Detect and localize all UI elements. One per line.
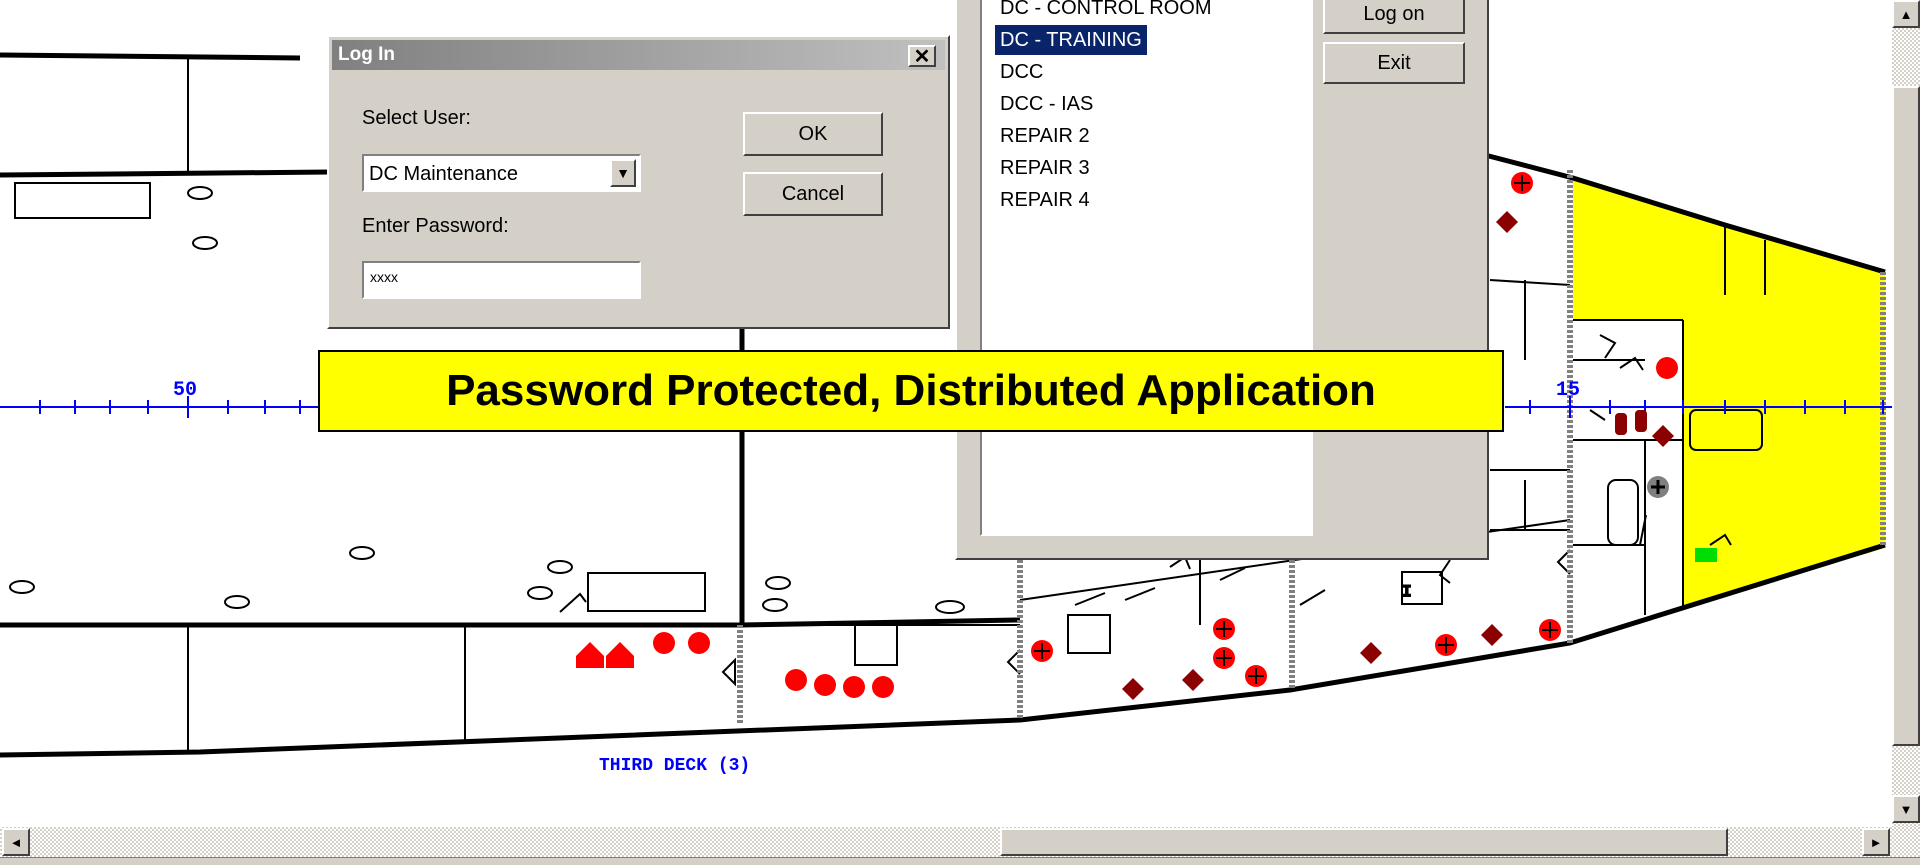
fire-station-icon bbox=[576, 642, 604, 668]
cancel-button[interactable]: Cancel bbox=[743, 172, 883, 216]
fitting bbox=[935, 600, 965, 614]
password-label: Enter Password: bbox=[362, 215, 509, 237]
exit-button[interactable]: Exit bbox=[1323, 42, 1465, 84]
select-user-label: Select User: bbox=[362, 107, 471, 129]
horizontal-scroll-thumb[interactable] bbox=[1000, 828, 1728, 856]
vertical-scroll-thumb[interactable] bbox=[1892, 86, 1920, 746]
login-title: Log In bbox=[338, 44, 395, 65]
equipment-box bbox=[854, 624, 898, 666]
cylinder-icon bbox=[1635, 410, 1647, 432]
fitting bbox=[192, 236, 218, 250]
door-swing bbox=[1589, 409, 1606, 421]
station-list-item[interactable]: REPAIR 3 bbox=[995, 153, 1095, 183]
fitting bbox=[762, 598, 788, 612]
hull-line bbox=[0, 542, 1886, 758]
window-bottom-edge bbox=[0, 857, 1920, 865]
door-swing bbox=[721, 657, 736, 687]
equipment-box bbox=[1067, 614, 1111, 654]
arrow-left-icon: ◄ bbox=[9, 834, 23, 850]
login-dialog: Log In ✕ Select User: DC Maintenance ▼ E… bbox=[327, 35, 950, 329]
login-titlebar[interactable]: Log In ✕ bbox=[332, 40, 945, 70]
damage-marker-icon bbox=[1496, 211, 1518, 233]
cylinder-icon bbox=[1615, 413, 1627, 435]
fire-station-icon bbox=[606, 642, 634, 668]
hull-line bbox=[0, 52, 301, 61]
scroll-down-button[interactable]: ▼ bbox=[1892, 795, 1920, 823]
arrow-down-icon: ▼ bbox=[1899, 801, 1913, 817]
ok-button[interactable]: OK bbox=[743, 112, 883, 156]
station-list-item[interactable]: DC - CONTROL ROOM bbox=[995, 0, 1216, 23]
door-swing bbox=[1299, 589, 1326, 606]
door-swing bbox=[1124, 587, 1156, 601]
door-swing bbox=[559, 592, 587, 613]
damage-marker-icon bbox=[1182, 669, 1204, 691]
user-select-value: DC Maintenance bbox=[369, 163, 518, 185]
status-indicator-icon bbox=[1695, 548, 1717, 562]
fitting bbox=[765, 576, 791, 590]
user-select[interactable]: DC Maintenance ▼ bbox=[362, 154, 641, 192]
partition-line bbox=[1489, 279, 1571, 286]
damage-marker-icon bbox=[1481, 624, 1503, 646]
equipment-box bbox=[587, 572, 706, 612]
chevron-down-icon: ▼ bbox=[616, 165, 630, 181]
fitting bbox=[187, 186, 213, 200]
scroll-up-button[interactable]: ▲ bbox=[1892, 0, 1920, 28]
hull-line bbox=[0, 169, 331, 178]
fitting bbox=[547, 560, 573, 574]
horizontal-scrollbar[interactable]: ◄ ► bbox=[0, 827, 1920, 857]
fitting bbox=[527, 586, 553, 600]
damage-marker-icon bbox=[1122, 678, 1144, 700]
door-swing bbox=[1599, 334, 1617, 359]
station-list-item[interactable]: DCC - IAS bbox=[995, 89, 1098, 119]
damage-marker-icon bbox=[1652, 425, 1674, 447]
frame-number-50: 50 bbox=[173, 379, 197, 402]
space-marker: I bbox=[1402, 583, 1412, 601]
caption-banner: Password Protected, Distributed Applicat… bbox=[318, 350, 1504, 432]
pump-icon bbox=[785, 669, 807, 691]
equipment-box bbox=[1607, 479, 1639, 546]
station-list-item[interactable]: REPAIR 4 bbox=[995, 185, 1095, 215]
logon-button[interactable]: Log on bbox=[1323, 0, 1465, 34]
scroll-right-button[interactable]: ► bbox=[1862, 828, 1890, 856]
hose-reel-icon bbox=[872, 676, 894, 698]
station-list-item-selected[interactable]: DC - TRAINING bbox=[995, 25, 1147, 55]
frame-number-15: 15 bbox=[1556, 379, 1580, 402]
station-list-item[interactable]: REPAIR 2 bbox=[995, 121, 1095, 151]
ship-plan-viewport[interactable]: I 50 15 THIRD DECK (3) Log In ✕ Select U… bbox=[0, 0, 1920, 865]
pump-icon bbox=[688, 632, 710, 654]
close-button[interactable]: ✕ bbox=[908, 45, 936, 68]
station-panel: DC - CONTROL ROOM DC - TRAINING DCC DCC … bbox=[955, 0, 1489, 560]
fitting bbox=[349, 546, 375, 560]
vertical-scrollbar[interactable]: ▲ ▼ bbox=[1892, 0, 1920, 835]
station-list-item[interactable]: DCC bbox=[995, 57, 1048, 87]
scroll-left-button[interactable]: ◄ bbox=[2, 828, 30, 856]
arrow-right-icon: ► bbox=[1869, 834, 1883, 850]
close-icon: ✕ bbox=[913, 45, 931, 68]
fire-extinguisher-icon bbox=[814, 674, 836, 696]
dropdown-button[interactable]: ▼ bbox=[610, 159, 636, 187]
hose-reel-icon bbox=[1656, 357, 1678, 379]
password-input[interactable]: xxxx bbox=[362, 261, 641, 299]
arrow-up-icon: ▲ bbox=[1899, 6, 1913, 22]
fire-extinguisher-icon bbox=[653, 632, 675, 654]
door-swing bbox=[1074, 592, 1106, 606]
fitting bbox=[224, 595, 250, 609]
hose-reel-icon bbox=[843, 676, 865, 698]
damage-marker-icon bbox=[1360, 642, 1382, 664]
fitting bbox=[9, 580, 35, 594]
equipment-box bbox=[14, 182, 151, 219]
deck-label: THIRD DECK (3) bbox=[599, 756, 750, 776]
